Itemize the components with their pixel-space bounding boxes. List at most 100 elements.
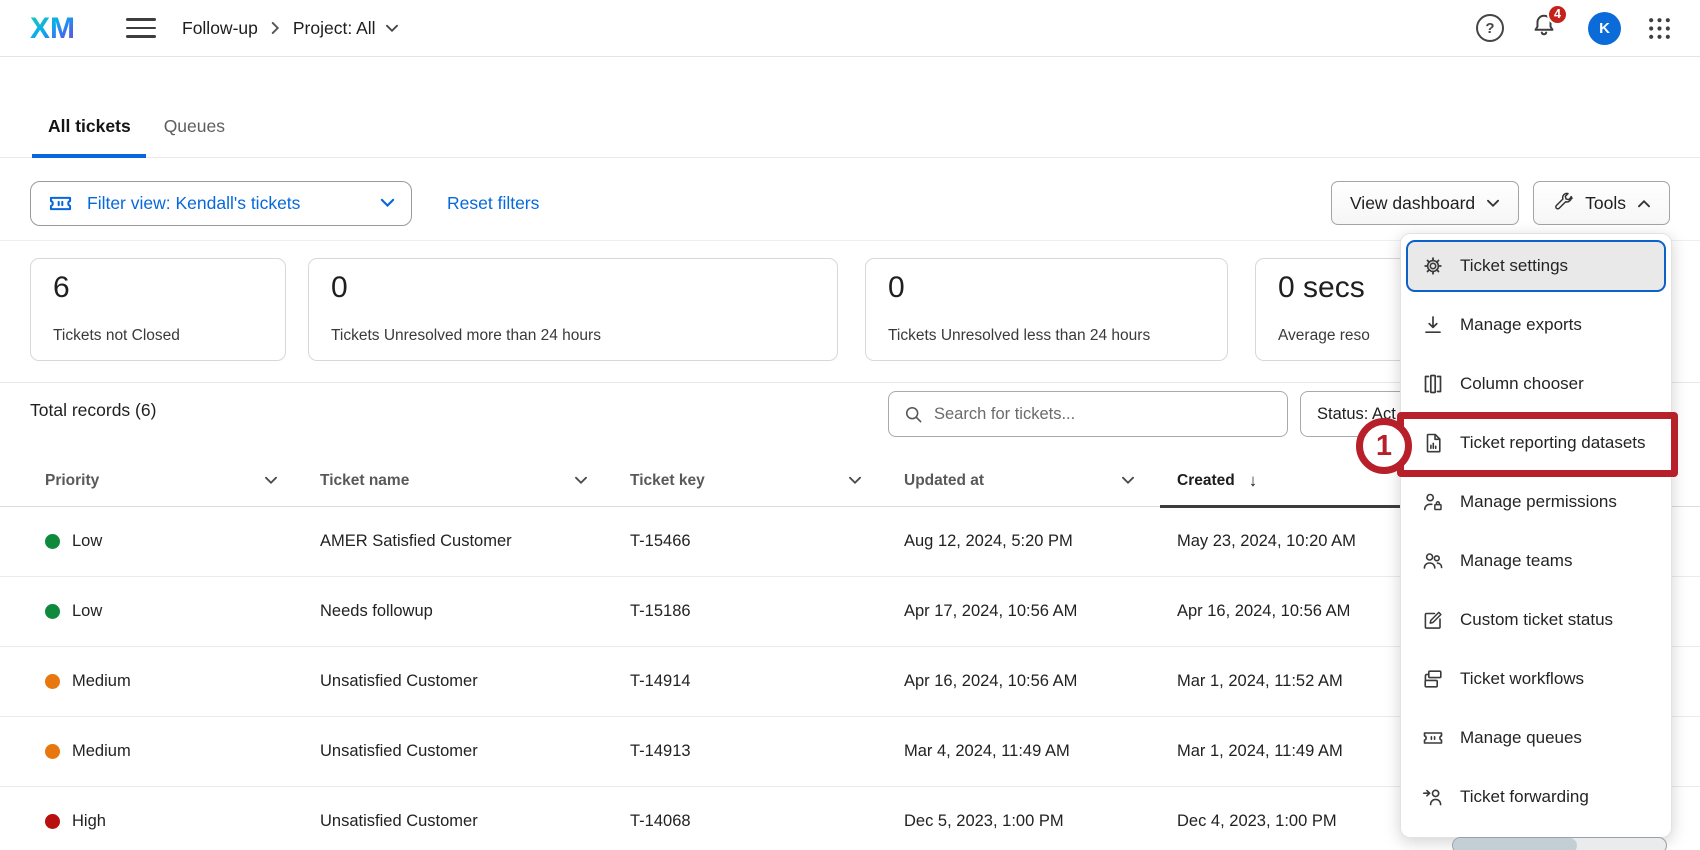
- scrollbar[interactable]: [1452, 837, 1667, 850]
- filter-row: Filter view: Kendall's tickets Reset fil…: [30, 166, 1670, 240]
- breadcrumb-project-dropdown[interactable]: Project: All: [293, 18, 399, 39]
- ticket-key-cell: T-14914: [630, 672, 904, 691]
- column-caret-down-icon: [264, 476, 278, 485]
- gear-icon: [1421, 254, 1445, 278]
- download-icon: [1421, 313, 1445, 337]
- app-grid-button[interactable]: [1647, 16, 1672, 41]
- breadcrumb-section[interactable]: Follow-up: [182, 18, 258, 39]
- updated-at-cell: Dec 5, 2023, 1:00 PM: [904, 812, 1177, 831]
- ticket-search: [888, 391, 1288, 437]
- hamburger-menu-icon[interactable]: [126, 18, 156, 38]
- column-header-priority[interactable]: Priority: [45, 472, 320, 490]
- search-input[interactable]: [934, 405, 1273, 424]
- sort-descending-icon: ↓: [1249, 471, 1258, 491]
- menu-item-custom-ticket-status[interactable]: Custom ticket status: [1401, 590, 1671, 649]
- view-dashboard-button[interactable]: View dashboard: [1331, 181, 1519, 225]
- updated-at-cell: Apr 17, 2024, 10:56 AM: [904, 602, 1177, 621]
- filter-view-dropdown[interactable]: Filter view: Kendall's tickets: [30, 181, 412, 226]
- tools-label: Tools: [1585, 193, 1626, 214]
- tools-button[interactable]: Tools: [1533, 181, 1670, 225]
- menu-item-label: Manage permissions: [1460, 492, 1617, 512]
- stat-label: Average reso: [1278, 327, 1370, 345]
- menu-item-manage-queues[interactable]: Manage queues: [1401, 708, 1671, 767]
- menu-item-label: Ticket forwarding: [1460, 787, 1589, 807]
- priority-label: Medium: [72, 742, 131, 761]
- created-cell: Mar 1, 2024, 11:49 AM: [1177, 742, 1437, 761]
- updated-at-cell: Apr 16, 2024, 10:56 AM: [904, 672, 1177, 691]
- created-cell: Dec 4, 2023, 1:00 PM: [1177, 812, 1437, 831]
- view-dashboard-label: View dashboard: [1350, 193, 1475, 214]
- xm-logo[interactable]: XM: [30, 11, 92, 45]
- menu-item-label: Ticket reporting datasets: [1460, 433, 1646, 453]
- stat-label: Tickets not Closed: [53, 327, 180, 345]
- priority-dot: [45, 744, 60, 759]
- breadcrumb: Follow-up Project: All: [182, 18, 399, 39]
- tab-bar: All tickets Queues: [0, 95, 1700, 158]
- ticket-key-cell: T-15186: [630, 602, 904, 621]
- stat-card-not-closed: 6 Tickets not Closed: [30, 258, 286, 361]
- menu-item-manage-teams[interactable]: Manage teams: [1401, 531, 1671, 590]
- column-header-updated-at[interactable]: Updated at: [904, 472, 1177, 490]
- app-root: XM Follow-up Project: All ?: [0, 0, 1700, 850]
- ticket-icon: [47, 190, 74, 217]
- notifications-button[interactable]: 4: [1530, 12, 1558, 45]
- menu-item-manage-permissions[interactable]: Manage permissions: [1401, 472, 1671, 531]
- tools-menu: Ticket settings Manage exports Column ch…: [1400, 233, 1672, 838]
- person-lock-icon: [1421, 490, 1445, 514]
- menu-item-label: Ticket workflows: [1460, 669, 1584, 689]
- created-cell: May 23, 2024, 10:20 AM: [1177, 532, 1437, 551]
- workflow-icon: [1421, 667, 1445, 691]
- stat-label: Tickets Unresolved more than 24 hours: [331, 327, 601, 345]
- search-icon: [903, 404, 924, 425]
- ticket-name-cell: Needs followup: [320, 602, 630, 621]
- topbar: XM Follow-up Project: All ?: [0, 0, 1700, 57]
- priority-label: High: [72, 812, 106, 831]
- menu-item-column-chooser[interactable]: Column chooser: [1401, 354, 1671, 413]
- report-document-icon: [1421, 431, 1445, 455]
- priority-dot: [45, 674, 60, 689]
- priority-dot: [45, 534, 60, 549]
- tools-caret-up-icon: [1637, 199, 1651, 208]
- breadcrumb-chevron-icon: [271, 21, 280, 35]
- column-caret-down-icon: [574, 476, 588, 485]
- priority-label: Low: [72, 602, 102, 621]
- project-caret-down-icon: [385, 24, 399, 33]
- wrench-icon: [1552, 192, 1574, 214]
- created-cell: Apr 16, 2024, 10:56 AM: [1177, 602, 1437, 621]
- column-header-ticket-key[interactable]: Ticket key: [630, 472, 904, 490]
- tab-queues[interactable]: Queues: [164, 95, 225, 157]
- updated-at-cell: Aug 12, 2024, 5:20 PM: [904, 532, 1177, 551]
- reset-filters-link[interactable]: Reset filters: [447, 193, 539, 214]
- column-caret-down-icon: [848, 476, 862, 485]
- ticket-key-cell: T-14913: [630, 742, 904, 761]
- menu-item-manage-exports[interactable]: Manage exports: [1401, 295, 1671, 354]
- updated-at-cell: Mar 4, 2024, 11:49 AM: [904, 742, 1177, 761]
- waffle-grid-icon: [1647, 16, 1672, 41]
- menu-item-ticket-forwarding[interactable]: Ticket forwarding: [1401, 767, 1671, 826]
- help-button[interactable]: ?: [1476, 14, 1504, 42]
- columns-icon: [1421, 372, 1445, 396]
- menu-item-label: Manage queues: [1460, 728, 1582, 748]
- notification-badge: 4: [1547, 4, 1568, 25]
- scrollbar-thumb[interactable]: [1453, 838, 1577, 850]
- filter-caret-down-icon: [380, 198, 395, 208]
- stat-value: 6: [53, 271, 263, 305]
- priority-label: Low: [72, 532, 102, 551]
- priority-label: Medium: [72, 672, 131, 691]
- ticket-name-cell: Unsatisfied Customer: [320, 672, 630, 691]
- menu-item-ticket-workflows[interactable]: Ticket workflows: [1401, 649, 1671, 708]
- people-icon: [1421, 549, 1445, 573]
- avatar[interactable]: K: [1588, 12, 1621, 45]
- xm-logo-text: XM: [30, 12, 75, 45]
- priority-dot: [45, 814, 60, 829]
- menu-item-label: Column chooser: [1460, 374, 1584, 394]
- column-header-ticket-name[interactable]: Ticket name: [320, 472, 630, 490]
- tab-all-tickets[interactable]: All tickets: [48, 95, 131, 157]
- stat-card-unresolved-more-24h: 0 Tickets Unresolved more than 24 hours: [308, 258, 838, 361]
- priority-dot: [45, 604, 60, 619]
- column-header-created[interactable]: Created ↓: [1177, 471, 1437, 491]
- menu-item-ticket-settings[interactable]: Ticket settings: [1406, 240, 1666, 292]
- ticket-icon: [1421, 726, 1445, 750]
- view-dashboard-caret-down-icon: [1486, 199, 1500, 208]
- menu-item-ticket-reporting-datasets[interactable]: Ticket reporting datasets: [1401, 413, 1671, 472]
